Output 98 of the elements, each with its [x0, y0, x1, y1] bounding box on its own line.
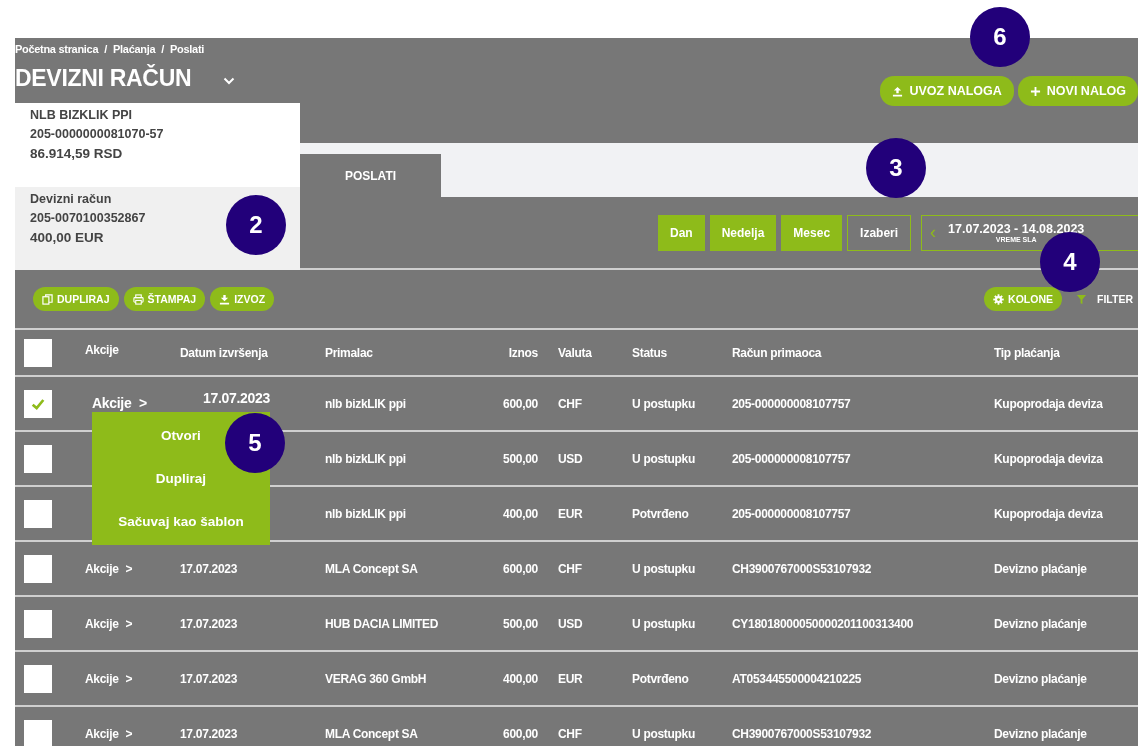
header-button[interactable]: NOVI NALOG — [1017, 76, 1138, 106]
table-cell-text: U postupku — [632, 396, 696, 411]
table-cell: 17.07.2023 — [180, 671, 238, 686]
table-cell-text: U postupku — [632, 451, 696, 466]
table-cell-text: Potvrđeno — [632, 506, 690, 521]
period-button[interactable]: Dan — [658, 214, 705, 251]
table-cell-text: nlb bizkLIK ppi — [325, 451, 407, 466]
copy-icon — [42, 293, 53, 305]
table-cell-text: Potvrđeno — [632, 671, 690, 686]
row-checkbox[interactable] — [24, 499, 52, 528]
upload-icon — [892, 85, 904, 97]
table-cell-text: Kupoprodaja deviza — [994, 506, 1104, 521]
column-header: Račun primaoca — [732, 345, 823, 360]
row-checkbox[interactable] — [24, 664, 52, 693]
table-cell-text: CH3900767000S53107932 — [732, 561, 873, 576]
table-cell: 400,00 — [503, 671, 538, 686]
tab[interactable]: POSLATI — [300, 154, 441, 197]
actions-link[interactable]: Akcije > — [85, 561, 133, 576]
table-cell: 17.07.2023 — [180, 726, 238, 741]
table-cell: 600,00 — [503, 561, 538, 576]
actions-link[interactable]: Akcije > — [85, 671, 133, 686]
row-checkbox[interactable] — [24, 554, 52, 583]
table-cell-text: CHF — [557, 726, 583, 741]
select-all-checkbox[interactable] — [24, 338, 52, 367]
row-checkbox[interactable] — [24, 609, 52, 638]
step-number-badge: 6 — [970, 7, 1030, 67]
gear-icon — [993, 293, 1005, 305]
toolbar-button[interactable]: DUPLIRAJ — [33, 287, 119, 311]
table-cell-text: EUR — [557, 671, 584, 686]
table-cell-text: USD — [557, 616, 584, 631]
page-title: DEVIZNI RAČUN — [15, 65, 192, 92]
filter-button[interactable]: FILTER — [1076, 293, 1133, 305]
plus-icon — [1029, 85, 1041, 97]
actions-link[interactable]: Akcije > — [85, 616, 133, 631]
table-cell-text: U postupku — [632, 561, 696, 576]
table-cell-text: Devizno plaćanje — [994, 726, 1088, 741]
column-header: Tip plaćanja — [994, 345, 1061, 360]
columns-button[interactable]: KOLONE — [984, 287, 1063, 311]
period-button[interactable]: Nedelja — [709, 214, 777, 251]
account-option[interactable]: NLB BIZKLIK PPI 205-0000000081070-57 86.914,59 RSD — [15, 103, 300, 187]
table-cell: 17.07.2023 — [203, 389, 271, 406]
column-header: Datum izvršenja — [180, 345, 269, 360]
row-checkbox[interactable] — [24, 389, 52, 418]
breadcrumb-link[interactable]: Poslati — [170, 43, 204, 55]
header-button[interactable]: UVOZ NALOGA — [880, 76, 1014, 106]
actions-link[interactable]: Akcije > — [85, 394, 147, 411]
column-header: Iznos — [508, 345, 538, 360]
table-cell-text: Devizno plaćanje — [994, 561, 1088, 576]
row-checkbox[interactable] — [24, 719, 52, 746]
table-cell: 17.07.2023 — [180, 616, 238, 631]
period-button[interactable]: Mesec — [781, 214, 843, 251]
table-cell-text: Kupoprodaja deviza — [994, 451, 1104, 466]
download-icon — [219, 293, 231, 305]
table-cell-text: U postupku — [632, 726, 696, 741]
column-header: Status — [632, 345, 668, 360]
breadcrumb-link[interactable]: Početna stranica — [15, 43, 99, 55]
table-cell-text: Kupoprodaja deviza — [994, 396, 1104, 411]
table-cell-text: EUR — [557, 506, 584, 521]
table-cell: 17.07.2023 — [180, 561, 238, 576]
table-cell-text: MLA Concept SA — [325, 561, 419, 576]
breadcrumb-separator: / — [161, 43, 165, 55]
table-cell-text: CHF — [557, 561, 583, 576]
table-cell-text: VERAG 360 GmbH — [325, 671, 428, 686]
breadcrumb-link[interactable]: Plaćanja — [113, 43, 156, 55]
table-cell-text: MLA Concept SA — [325, 726, 419, 741]
table-cell-text: 205-000000008107757 — [732, 506, 852, 521]
toolbar-button[interactable]: ŠTAMPAJ — [123, 287, 206, 311]
table-cell: 600,00 — [503, 396, 538, 411]
table-cell-text: 205-000000008107757 — [732, 451, 852, 466]
breadcrumb-separator: / — [104, 43, 107, 55]
menu-item[interactable]: Otvori — [157, 426, 205, 445]
table-cell: 400,00 — [503, 506, 538, 521]
printer-icon — [132, 293, 144, 305]
table-cell-text: Devizno plaćanje — [994, 616, 1088, 631]
column-header: Valuta — [557, 345, 593, 360]
chevron-down-icon[interactable] — [223, 76, 236, 85]
table-cell-text: nlb bizkLIK ppi — [325, 396, 407, 411]
table-cell-text: USD — [557, 451, 584, 466]
actions-link[interactable]: Akcije > — [85, 726, 133, 741]
table-cell-text: CH3900767000S53107932 — [732, 726, 873, 741]
table-cell-text: 205-000000008107757 — [732, 396, 852, 411]
table-cell-text: CHF — [557, 396, 583, 411]
menu-item[interactable]: Dupliraj — [151, 469, 211, 488]
column-header: Akcije — [85, 342, 120, 357]
table-cell: 600,00 — [503, 726, 538, 741]
toolbar-button[interactable]: IZVOZ — [210, 287, 275, 311]
table-cell-text: U postupku — [632, 616, 696, 631]
row-checkbox[interactable] — [24, 444, 52, 473]
table-cell: 500,00 — [503, 616, 538, 631]
table-cell-text: AT053445500004210225 — [732, 671, 863, 686]
table-cell: 500,00 — [503, 451, 538, 466]
table-cell-text: HUB DACIA LIMITED — [325, 616, 440, 631]
period-button[interactable]: Izaberi — [847, 214, 912, 251]
column-header: Primalac — [325, 345, 374, 360]
table-cell-text: nlb bizkLIK ppi — [325, 506, 407, 521]
table-cell-text: Devizno plaćanje — [994, 671, 1088, 686]
table-cell-text: CY18018000050000201100313400 — [732, 616, 915, 631]
menu-item[interactable]: Sačuvaj kao šablon — [114, 512, 248, 531]
